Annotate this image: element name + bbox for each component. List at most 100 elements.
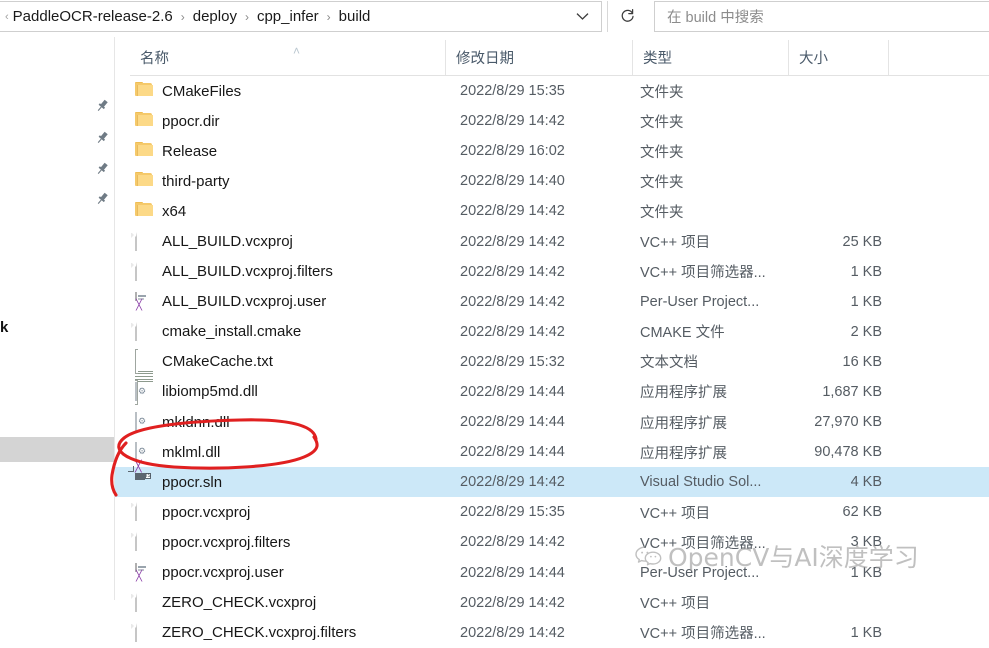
file-name-label: mklml.dll (162, 443, 221, 461)
column-header-name[interactable]: 名称 (130, 40, 445, 75)
file-date-cell: 2022/8/29 14:42 (460, 624, 565, 641)
file-document-icon (131, 592, 153, 612)
file-name-label: Release (162, 142, 218, 160)
file-type-cell: 应用程序扩展 (640, 385, 727, 402)
table-row[interactable]: ╳ ppocr.vcxproj.user 2022/8/29 14:44 Per-Us… (115, 558, 989, 588)
refresh-button[interactable] (607, 1, 646, 32)
file-name-cell[interactable]: ALL_BUILD.vcxproj (115, 231, 445, 251)
file-name-cell[interactable]: ppocr.vcxproj.filters (115, 532, 445, 552)
file-type-cell: 文件夹 (640, 204, 684, 221)
search-placeholder: 在 build 中搜索 (667, 10, 764, 26)
table-row[interactable]: x64 2022/8/29 14:42 文件夹 (115, 196, 989, 226)
column-header-type[interactable]: 类型 (632, 40, 788, 75)
breadcrumb-separator-icon[interactable]: › (181, 7, 185, 27)
table-row[interactable]: ppocr.vcxproj 2022/8/29 15:35 VC++ 项目 62 KB (115, 497, 989, 527)
pin-icon[interactable] (94, 191, 110, 207)
breadcrumb-overflow-icon[interactable]: ‹ (5, 11, 9, 23)
file-name-label: third-party (162, 172, 230, 190)
file-name-cell[interactable]: CMakeCache.txt (115, 348, 445, 405)
file-name-label: CMakeFiles (162, 82, 242, 100)
table-row[interactable]: IS ╳ ppocr.sln 2022/8/29 14:42 Visual Studio… (115, 462, 989, 498)
file-name-cell[interactable]: third-party (115, 172, 445, 190)
file-name-cell[interactable]: ppocr.dir (115, 112, 445, 130)
table-row[interactable]: ppocr.dir 2022/8/29 14:42 文件夹 (115, 106, 989, 136)
file-name-cell[interactable]: ALL_BUILD.vcxproj.filters (115, 261, 445, 281)
file-size-cell: 27,970 KB (814, 414, 882, 431)
pin-icon[interactable] (94, 98, 110, 114)
file-date-cell: 2022/8/29 14:42 (460, 293, 565, 310)
breadcrumb-item-1[interactable]: deploy (191, 6, 239, 28)
file-name-cell[interactable]: CMakeFiles (115, 82, 445, 100)
file-type-cell: 文件夹 (640, 174, 684, 191)
file-name-cell[interactable]: ⚙ libiomp5md.dll (115, 381, 445, 401)
table-row[interactable]: ⚙ mklml.dll 2022/8/29 14:44 应用程序扩展 90,478 KB (115, 437, 989, 467)
breadcrumb[interactable]: ‹ PaddleOCR-release-2.6 › deploy › cpp_i… (0, 6, 563, 28)
table-row[interactable]: cmake_install.cmake 2022/8/29 14:42 CMAKE … (115, 317, 989, 347)
file-name-label: x64 (162, 202, 187, 220)
file-name-cell[interactable]: cmake_install.cmake (115, 321, 445, 341)
file-size-cell: 90,478 KB (814, 444, 882, 461)
folder-icon (135, 172, 153, 190)
column-header-name-label: 名称 (140, 51, 169, 67)
column-header-size[interactable]: 大小 (788, 40, 888, 75)
file-name-cell[interactable]: ╳ ALL_BUILD.vcxproj.user (115, 291, 445, 311)
breadcrumb-item-3[interactable]: build (337, 6, 373, 28)
table-row[interactable]: ppocr.vcxproj.filters 2022/8/29 14:42 VC++… (115, 527, 989, 557)
address-bar[interactable]: ‹ PaddleOCR-release-2.6 › deploy › cpp_i… (0, 1, 602, 32)
breadcrumb-item-0[interactable]: PaddleOCR-release-2.6 (11, 6, 175, 28)
file-type-cell: VC++ 项目 (640, 505, 711, 522)
dll-library-icon: ⚙ (135, 412, 153, 432)
file-name-label: ALL_BUILD.vcxproj.filters (162, 263, 333, 281)
column-header-date[interactable]: 修改日期 (445, 40, 632, 75)
file-size-cell: 3 KB (850, 534, 882, 551)
file-type-cell: 应用程序扩展 (640, 415, 727, 432)
breadcrumb-separator-icon[interactable]: › (327, 7, 331, 27)
file-date-cell: 2022/8/29 14:44 (460, 383, 565, 400)
file-name-cell[interactable]: ╳ ppocr.vcxproj.user (115, 562, 445, 582)
file-name-cell[interactable]: ⚙ mklml.dll (115, 442, 445, 462)
file-date-cell: 2022/8/29 15:35 (460, 504, 565, 521)
pin-icon[interactable] (94, 130, 110, 146)
pin-icon[interactable] (94, 161, 110, 177)
refresh-icon (621, 8, 634, 22)
dll-library-icon: ⚙ (135, 442, 153, 462)
table-row[interactable]: third-party 2022/8/29 14:40 文件夹 (115, 166, 989, 196)
table-row[interactable]: ╳ ALL_BUILD.vcxproj.user 2022/8/29 14:42 Pe… (115, 287, 989, 317)
file-list[interactable]: CMakeFiles 2022/8/29 15:35 文件夹 ppocr.dir 202… (115, 76, 989, 642)
table-row[interactable]: ⚙ mkldnn.dll 2022/8/29 14:44 应用程序扩展 27,970 K… (115, 407, 989, 437)
table-row[interactable]: ALL_BUILD.vcxproj 2022/8/29 14:42 VC++ 项目 2… (115, 226, 989, 256)
table-row[interactable]: ZERO_CHECK.vcxproj 2022/8/29 14:42 VC++ 项目 (115, 588, 989, 618)
chevron-down-icon[interactable] (563, 2, 601, 31)
table-row[interactable]: ALL_BUILD.vcxproj.filters 2022/8/29 14:42… (115, 257, 989, 287)
file-name-label: ZERO_CHECK.vcxproj (162, 594, 317, 612)
table-row[interactable]: Release 2022/8/29 16:02 文件夹 (115, 136, 989, 166)
file-name-cell[interactable]: x64 (115, 202, 445, 220)
file-name-label: ppocr.vcxproj.filters (162, 533, 291, 551)
sidebar-selected-block[interactable] (0, 437, 114, 462)
file-name-cell[interactable]: Release (115, 142, 445, 160)
file-name-cell[interactable]: ZERO_CHECK.vcxproj (115, 592, 445, 612)
table-row[interactable]: CMakeCache.txt 2022/8/29 15:32 文本文档 16 KB (115, 347, 989, 405)
file-size-cell: 1 KB (850, 293, 882, 310)
table-row[interactable]: ZERO_CHECK.vcxproj.filters 2022/8/29 14:4… (115, 618, 989, 648)
column-header-spacer[interactable] (888, 40, 989, 75)
file-document-icon (131, 532, 153, 552)
file-type-cell: 应用程序扩展 (640, 445, 727, 462)
table-row[interactable]: ⚙ libiomp5md.dll 2022/8/29 14:44 应用程序扩展 1,68… (115, 377, 989, 407)
file-size-cell: 4 KB (850, 474, 882, 491)
file-name-cell[interactable]: ⚙ mkldnn.dll (115, 412, 445, 432)
file-date-cell: 2022/8/29 14:44 (460, 414, 565, 431)
file-name-label: ALL_BUILD.vcxproj.user (162, 293, 327, 311)
file-name-cell[interactable]: ZERO_CHECK.vcxproj.filters (115, 622, 445, 642)
folder-icon (135, 82, 153, 100)
file-name-label: ppocr.dir (162, 112, 220, 130)
table-row[interactable]: CMakeFiles 2022/8/29 15:35 文件夹 (115, 76, 989, 106)
file-document-icon (131, 502, 153, 522)
file-name-label: ALL_BUILD.vcxproj (162, 233, 293, 251)
breadcrumb-separator-icon[interactable]: › (245, 7, 249, 27)
breadcrumb-item-2[interactable]: cpp_infer (255, 6, 321, 28)
folder-icon (135, 202, 153, 220)
file-name-cell[interactable]: ppocr.vcxproj (115, 502, 445, 522)
search-box[interactable]: 在 build 中搜索 (654, 1, 989, 32)
file-name-cell[interactable]: IS ╳ ppocr.sln (115, 462, 445, 491)
